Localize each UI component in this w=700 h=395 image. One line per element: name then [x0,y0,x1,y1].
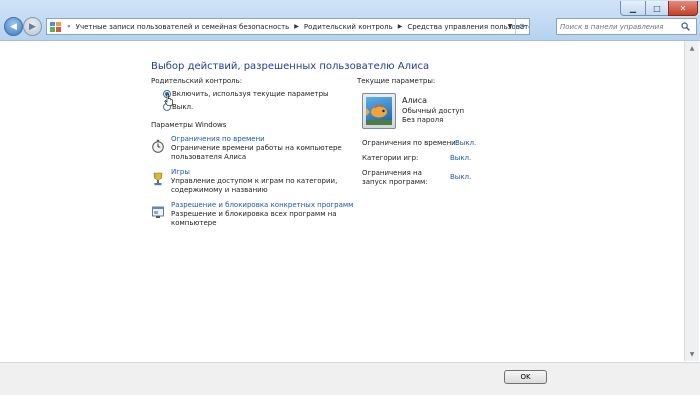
close-button[interactable]: ✕ [668,1,698,16]
control-panel-icon [50,21,61,32]
program-limits-status-value[interactable]: Выкл. [450,173,471,181]
time-limits-desc-line1: Ограничение времени работы на компьютере [171,144,342,152]
search-icon[interactable] [678,22,692,31]
program-limits-status-label: Ограничения на запуск программ: [362,169,428,187]
forward-arrow-icon: ▶ [29,21,36,32]
minimize-button[interactable]: ▁ [620,1,646,16]
address-bar[interactable]: « Учетные записи пользователей и семейна… [46,18,530,35]
maximize-button[interactable]: □ [645,1,669,16]
radio-parental-on-label[interactable]: Включить, используя текущие параметры [172,90,329,98]
breadcrumb-parental-controls[interactable]: Родительский контроль [302,23,395,31]
scroll-down-icon[interactable]: ▼ [685,348,699,360]
breadcrumb-separator-icon[interactable]: ▶ [395,23,406,30]
close-icon: ✕ [679,3,687,13]
game-ratings-status-label: Категории игр: [362,154,419,162]
game-ratings-status-value[interactable]: Выкл. [450,154,471,162]
current-settings-label: Текущие параметры: [357,77,436,85]
forward-button[interactable]: ▶ [23,17,42,36]
breadcrumb-separator-icon[interactable]: ▶ [291,23,302,30]
breadcrumb-user-accounts[interactable]: Учетные записи пользователей и семейная … [74,23,292,31]
vertical-scrollbar[interactable]: ▲ ▼ [684,41,699,361]
fish-picture-icon [366,105,392,125]
minimize-icon: ▁ [629,3,637,13]
search-box[interactable] [556,18,697,35]
time-limits-desc-line2: пользователя Алиса [171,153,247,161]
program-limits-label-line2: запуск программ: [362,178,428,186]
address-dropdown-icon[interactable]: ▼ [505,19,515,34]
games-description: Управление доступом к играм по категории… [171,177,337,195]
ok-button[interactable]: OK [504,370,547,384]
scroll-up-icon[interactable]: ▲ [685,42,699,54]
time-limits-status-value[interactable]: Выкл. [455,139,476,147]
time-limits-status-label: Ограничения по времени: [362,139,459,147]
allow-block-programs-description: Разрешение и блокировка всех программ на… [171,210,337,228]
search-input[interactable] [557,20,678,33]
program-block-icon [152,206,164,218]
games-link[interactable]: Игры [171,168,190,176]
program-limits-label-line1: Ограничения на [362,169,422,177]
games-desc-line1: Управление доступом к играм по категории… [171,177,338,185]
back-button[interactable]: ◀ [4,17,23,36]
address-overflow-chevron[interactable]: « [64,23,74,30]
stopwatch-icon [152,139,164,153]
programs-desc-line2: компьютере [171,219,217,227]
bottom-bar [0,362,700,395]
user-password-status: Без пароля [402,116,444,124]
windows-settings-label: Параметры Windows [151,121,227,129]
user-avatar [362,93,396,129]
radio-parental-off-label[interactable]: Выкл. [172,103,193,111]
mouse-cursor-icon [164,93,174,106]
parental-control-label: Родительский контроль: [151,77,243,85]
user-account-type: Обычный доступ [402,107,465,115]
programs-desc-line1: Разрешение и блокировка всех программ на [171,210,337,218]
games-trophy-icon [153,172,163,186]
maximize-icon: □ [653,3,661,13]
back-arrow-icon: ◀ [10,21,17,32]
games-desc-line2: содержимому и названию [171,186,268,194]
time-limits-description: Ограничение времени работы на компьютере… [171,144,342,162]
allow-block-programs-link[interactable]: Разрешение и блокировка конкретных прогр… [171,201,353,209]
control-panel-window: ▁ □ ✕ ◀ ▶ « Учетные записи пользователей… [0,0,700,395]
page-title: Выбор действий, разрешенных пользователю… [151,61,430,72]
refresh-icon[interactable]: ⟳ [515,19,529,34]
time-limits-link[interactable]: Ограничения по времени [171,135,265,143]
user-name: Алиса [402,96,428,105]
